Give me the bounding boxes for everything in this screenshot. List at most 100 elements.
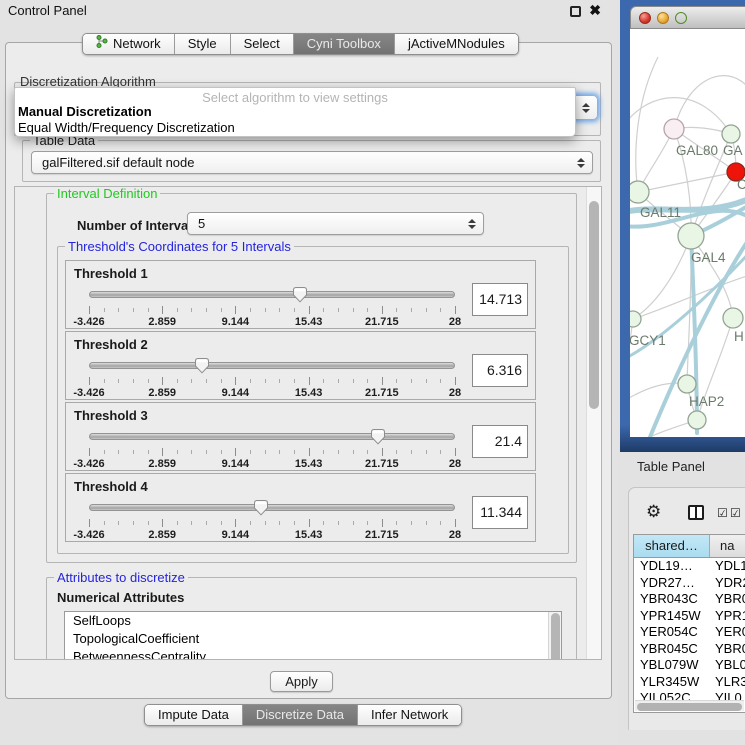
tick-mark	[104, 521, 105, 525]
tick-mark	[426, 308, 427, 312]
table-row[interactable]: YPR145WYPR1	[634, 608, 745, 625]
slider-thumb[interactable]	[292, 286, 308, 303]
table-data-combobox[interactable]: galFiltered.sif default node	[31, 151, 593, 174]
slider-track[interactable]	[89, 433, 455, 440]
network-edge[interactable]	[638, 172, 736, 192]
network-node[interactable]	[688, 411, 706, 429]
attribute-item[interactable]: SelfLoops	[65, 612, 561, 630]
dropdown-option-manual[interactable]: Manual Discretization	[15, 104, 575, 120]
table-row[interactable]: YBL079WYBL0	[634, 657, 745, 674]
slider-thumb[interactable]	[253, 499, 269, 516]
table-row[interactable]: YDR27…YDR2	[634, 575, 745, 592]
column-header-name[interactable]: na	[710, 535, 745, 557]
tab-select[interactable]: Select	[231, 34, 294, 54]
threshold-value-field[interactable]: 11.344	[472, 496, 528, 529]
tick-mark	[191, 450, 192, 454]
gear-icon[interactable]: ⚙	[646, 503, 661, 520]
slider-track[interactable]	[89, 291, 455, 298]
tick-mark	[118, 308, 119, 312]
network-icon	[96, 34, 108, 54]
threshold-slider: -3.4262.8599.14415.4321.71528	[89, 285, 455, 327]
table-row[interactable]: YBR043CYBR0	[634, 591, 745, 608]
tick-mark	[89, 306, 90, 314]
tab-network[interactable]: Network	[83, 34, 175, 54]
scrollbar-thumb[interactable]	[589, 201, 599, 409]
tick-mark	[250, 379, 251, 383]
table-row[interactable]: YER054CYER0	[634, 624, 745, 641]
table-row[interactable]: YBR045CYBR0	[634, 641, 745, 658]
tab-style[interactable]: Style	[175, 34, 231, 54]
vertical-scrollbar[interactable]	[586, 187, 601, 659]
tick-mark	[396, 521, 397, 525]
threshold-value-field[interactable]: 21.4	[472, 425, 528, 458]
network-window-titlebar	[630, 6, 745, 29]
scrollbar-thumb[interactable]	[551, 613, 560, 660]
numerical-attributes-list[interactable]: SelfLoopsTopologicalCoefficientBetweenne…	[64, 611, 562, 660]
tick-mark	[177, 308, 178, 312]
algorithm-dropdown-popup: Select algorithm to view settings Manual…	[14, 87, 576, 137]
tick-mark	[309, 377, 310, 385]
close-icon[interactable]: ✖	[589, 2, 601, 19]
tab-discretize-data[interactable]: Discretize Data	[243, 705, 358, 725]
dropdown-option-equal-width[interactable]: Equal Width/Frequency Discretization	[15, 120, 575, 136]
split-columns-icon[interactable]	[688, 505, 704, 520]
network-node[interactable]	[630, 181, 649, 203]
table-panel-title: Table Panel	[637, 459, 705, 474]
zoom-traffic-light-icon[interactable]	[675, 12, 687, 24]
tab-impute-data[interactable]: Impute Data	[145, 705, 243, 725]
tick-mark	[162, 448, 163, 456]
tick-label: 21.715	[365, 387, 399, 399]
float-window-icon[interactable]	[570, 6, 581, 17]
close-traffic-light-icon[interactable]	[639, 12, 651, 24]
slider-track[interactable]	[89, 362, 455, 369]
network-edge[interactable]	[636, 57, 658, 192]
tick-mark	[265, 308, 266, 312]
network-node[interactable]	[678, 223, 704, 249]
network-node-label: HAP2	[689, 394, 724, 409]
network-edge[interactable]	[630, 319, 633, 377]
slider-thumb[interactable]	[194, 357, 210, 374]
list-vertical-scrollbar[interactable]	[548, 612, 561, 660]
attribute-item[interactable]: BetweennessCentrality	[65, 648, 561, 660]
tick-mark	[382, 306, 383, 314]
tick-mark	[353, 521, 354, 525]
network-edge[interactable]	[633, 236, 691, 319]
slider-thumb[interactable]	[370, 428, 386, 445]
column-header-shared-name[interactable]: shared…	[634, 535, 710, 557]
tab-cyni-toolbox[interactable]: Cyni Toolbox	[294, 34, 395, 54]
network-node[interactable]	[664, 119, 684, 139]
number-of-intervals-label: Number of Intervals	[77, 218, 199, 233]
network-view-canvas[interactable]: GAL80GACGAL11GAL4GCY1HHAP2	[630, 29, 745, 437]
numerical-attributes-label: Numerical Attributes	[57, 590, 184, 605]
network-node[interactable]	[630, 311, 641, 327]
slider-track[interactable]	[89, 504, 455, 511]
threshold-value-field[interactable]: 14.713	[472, 283, 528, 316]
network-node[interactable]	[678, 375, 696, 393]
checkbox-icon[interactable]: ☑	[730, 507, 741, 519]
table-row[interactable]: YDL19…YDL1	[634, 558, 745, 575]
network-edge[interactable]	[630, 420, 697, 437]
tick-mark	[206, 521, 207, 525]
horizontal-scrollbar[interactable]	[635, 700, 744, 711]
tab-jactivemnodules[interactable]: jActiveMNodules	[395, 34, 518, 54]
table-row[interactable]: YLR345WYLR3	[634, 674, 745, 691]
tick-mark	[455, 306, 456, 314]
threshold-value-field[interactable]: 6.316	[472, 354, 528, 387]
tab-infer-network[interactable]: Infer Network	[358, 705, 461, 725]
network-edge[interactable]	[674, 76, 745, 129]
dropdown-placeholder-item: Select algorithm to view settings	[15, 88, 575, 104]
checkbox-icon[interactable]: ☑	[717, 507, 728, 519]
tick-mark	[382, 448, 383, 456]
apply-button[interactable]: Apply	[270, 671, 333, 692]
minimize-traffic-light-icon[interactable]	[657, 12, 669, 24]
network-node[interactable]	[722, 125, 740, 143]
tick-mark	[148, 450, 149, 454]
tick-mark	[177, 450, 178, 454]
tick-mark	[118, 521, 119, 525]
attribute-item[interactable]: TopologicalCoefficient	[65, 630, 561, 648]
tick-mark	[148, 379, 149, 383]
table-rows: YDL19…YDL1YDR27…YDR2YBR043CYBR0YPR145WYP…	[634, 558, 745, 707]
scrollbar-thumb[interactable]	[637, 703, 742, 711]
network-node[interactable]	[723, 308, 743, 328]
number-of-intervals-combobox[interactable]: 5	[187, 212, 484, 235]
